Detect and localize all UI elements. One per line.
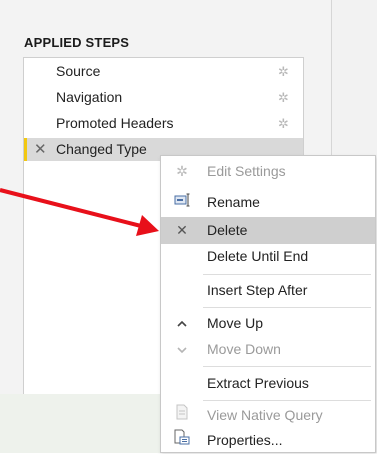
annotation-arrow	[0, 188, 159, 236]
